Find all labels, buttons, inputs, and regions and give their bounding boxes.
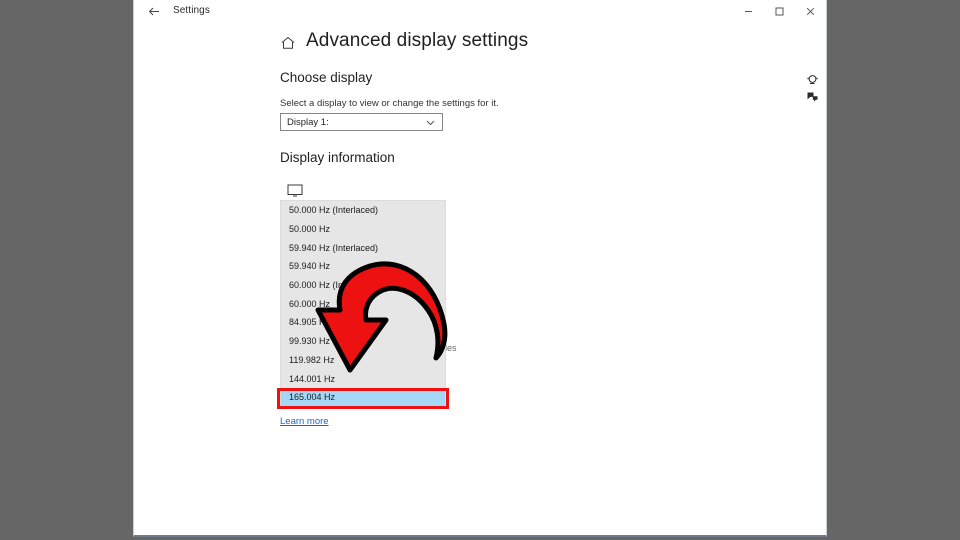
refresh-rate-option[interactable]: 60.000 Hz (Interlaced) [281,276,445,295]
refresh-rate-option[interactable]: 165.004 Hz [281,387,445,407]
learn-more-link[interactable]: Learn more [280,416,329,427]
give-feedback-link[interactable]: Give feedback [806,86,826,108]
close-button[interactable] [795,0,826,23]
screen: Settings Advanced display settings Choos… [0,0,960,540]
choose-display-description: Select a display to view or change the s… [280,98,499,109]
minimize-button[interactable] [733,0,764,23]
maximize-button[interactable] [764,0,795,23]
refresh-rate-option[interactable]: 60.000 Hz [281,294,445,313]
monitor-icon [287,184,303,197]
back-button[interactable] [140,0,168,23]
refresh-rate-dropdown[interactable]: 50.000 Hz (Interlaced) 50.000 Hz 59.940 Hz… [280,200,446,409]
help-headset-icon [806,73,819,86]
chevron-down-icon [425,117,436,128]
choose-display-heading: Choose display [280,70,373,85]
refresh-rate-option[interactable]: 50.000 Hz [281,220,445,239]
back-arrow-icon [148,5,161,18]
settings-window: Settings Advanced display settings Choos… [133,0,827,537]
feedback-icon [806,91,819,104]
title-bar: Settings [134,0,826,23]
display-information-heading: Display information [280,150,395,165]
refresh-rate-option[interactable]: 59.940 Hz [281,257,445,276]
refresh-rate-option[interactable]: 119.982 Hz [281,351,445,370]
window-controls [733,0,826,23]
refresh-rate-option[interactable]: 84.905 Hz [281,313,445,332]
page-title: Advanced display settings [306,30,529,51]
home-icon[interactable] [280,35,296,51]
refresh-rate-option[interactable]: 59.940 Hz (Interlaced) [281,238,445,257]
refresh-rate-option[interactable]: 50.000 Hz (Interlaced) [281,201,445,220]
app-title: Settings [173,5,210,16]
display-select-value: Display 1: [287,116,329,128]
display-select[interactable]: Display 1: [280,113,443,131]
refresh-rate-option[interactable]: 99.930 Hz [281,332,445,351]
refresh-rate-option[interactable]: 144.001 Hz [281,369,445,388]
